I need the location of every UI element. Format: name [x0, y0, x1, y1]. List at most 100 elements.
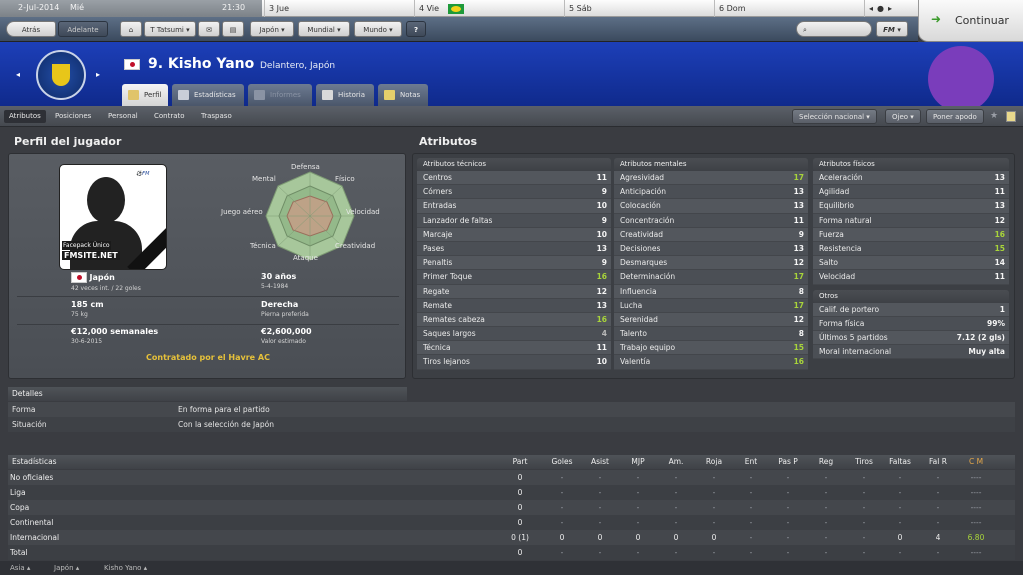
stats-cell: 0 [711, 533, 717, 542]
subnav-traspaso[interactable]: Traspaso [196, 110, 237, 123]
scout-button[interactable]: Ojeo ▾ [885, 109, 921, 124]
attribute-label: Concentración [620, 215, 675, 225]
stats-column-header[interactable]: MJP [618, 455, 658, 469]
stats-column-header[interactable]: Reg [806, 455, 846, 469]
attribute-label: Influencia [620, 286, 657, 296]
forward-button[interactable]: Adelante [58, 21, 108, 37]
stats-column-header[interactable]: Fal R [918, 455, 958, 469]
history-icon [322, 90, 333, 100]
tab-perfil[interactable]: Perfil [122, 84, 168, 106]
stats-column-header[interactable]: Asist [580, 455, 620, 469]
stats-cell: - [560, 518, 564, 527]
tab-informes[interactable]: Informes [248, 84, 312, 106]
fm-label: FM [883, 26, 895, 34]
stats-column-header[interactable]: Tiros [844, 455, 884, 469]
national-selection-button[interactable]: Selección nacional ▾ [792, 109, 877, 124]
stats-row-label: Liga [10, 488, 26, 497]
calendar-day-2[interactable]: 4 Vie [414, 0, 564, 17]
fm-menu[interactable]: FM ▾ [876, 21, 908, 37]
nationality-info: Japón 42 veces int. / 22 goles [71, 272, 141, 292]
prev-arrow-icon[interactable]: ◂ [16, 70, 20, 79]
stats-column-header[interactable]: Roja [694, 455, 734, 469]
manager-menu[interactable]: T Tatsumi ▾ [144, 21, 196, 37]
search-input[interactable]: ⌕ [796, 21, 872, 37]
stats-row-label: Copa [10, 503, 30, 512]
subnav-atributos[interactable]: Atributos [4, 110, 46, 123]
calendar-day-1[interactable]: 3 Jue [264, 0, 414, 17]
attribute-label: Resistencia [819, 243, 862, 253]
manager-name: T Tatsumi [150, 26, 184, 34]
calendar-day-3[interactable]: 5 Sáb [564, 0, 714, 17]
star-icon[interactable]: ★ [990, 111, 998, 121]
next-arrow-icon[interactable]: ▸ [96, 70, 100, 79]
attribute-label: Córners [423, 187, 453, 197]
stats-cell: - [598, 488, 602, 497]
stats-cell: - [749, 548, 753, 557]
tab-notas[interactable]: Notas [378, 84, 428, 106]
subnav-posiciones[interactable]: Posiciones [50, 110, 96, 123]
stats-cell: 0 [673, 533, 679, 542]
foot-info: Derecha Pierna preferida [261, 300, 309, 318]
stats-column-header[interactable]: Part [500, 455, 540, 469]
stats-cell: - [862, 533, 866, 542]
attribute-row: Forma física 99% [813, 316, 1009, 331]
attribute-row: Pases 13 [417, 241, 611, 257]
back-button[interactable]: Atrás [6, 21, 56, 37]
details-header: Detalles [8, 387, 407, 401]
stats-column-header[interactable]: Ent [731, 455, 771, 469]
stats-cell: - [786, 518, 790, 527]
stats-title: Estadísticas [12, 457, 57, 466]
stats-cell: - [786, 548, 790, 557]
stats-cell: - [674, 473, 678, 482]
breadcrumb-japon[interactable]: Japón ▴ [54, 561, 79, 575]
home-icon[interactable]: ⌂ [120, 21, 142, 37]
stats-column-header[interactable]: Am. [656, 455, 696, 469]
stats-cell: 4 [935, 533, 941, 542]
attribute-value: 10 [596, 201, 607, 211]
stats-cell: - [636, 548, 640, 557]
edit-note-icon[interactable] [1006, 111, 1016, 122]
contract-status[interactable]: Contratado por el Havre AC [9, 353, 407, 362]
notes-icon[interactable]: ▤ [222, 21, 244, 37]
stats-row-label: No oficiales [10, 473, 54, 482]
attribute-row: Córners 9 [417, 185, 611, 200]
help-button[interactable]: ? [406, 21, 426, 37]
calendar-nav[interactable]: ◂●▸ [864, 0, 918, 17]
attribute-label: Lucha [620, 300, 643, 310]
radar-label-mental: Mental [252, 175, 276, 183]
subnav-personal[interactable]: Personal [103, 110, 143, 123]
menu-japon[interactable]: Japón ▾ [250, 21, 294, 37]
attribute-row: Creatividad 9 [614, 227, 808, 242]
continue-button[interactable]: ➜ Continuar [918, 0, 1023, 42]
attribute-value: 13 [793, 243, 804, 253]
breadcrumb-player-label: Kisho Yano [104, 564, 142, 572]
attribute-value: 11 [793, 215, 804, 225]
attribute-label: Penaltis [423, 258, 453, 268]
calendar-day-4[interactable]: 6 Dom [714, 0, 864, 17]
tab-estadisticas[interactable]: Estadísticas [172, 84, 244, 106]
tab-historia[interactable]: Historia [316, 84, 374, 106]
stats-cell: 0 [517, 518, 523, 527]
continue-label: Continuar [955, 14, 1009, 27]
inbox-icon[interactable]: ✉ [198, 21, 220, 37]
attribute-value: 1 [999, 304, 1005, 314]
attribute-value: 7.12 (2 gls) [956, 332, 1005, 342]
stats-column-header[interactable]: Pas P [768, 455, 808, 469]
caps: 42 veces int. / 22 goles [71, 285, 141, 292]
national-selection-label: Selección nacional [799, 113, 865, 121]
attribute-label: Colocación [620, 201, 661, 211]
attribute-value: 16 [793, 357, 804, 367]
attribute-value: 12 [793, 258, 804, 268]
nickname-button[interactable]: Poner apodo [926, 109, 984, 124]
menu-mundial[interactable]: Mundial ▾ [298, 21, 350, 37]
menu-mundo[interactable]: Mundo ▾ [354, 21, 402, 37]
stats-column-header[interactable]: C M [956, 455, 996, 469]
breadcrumb-asia[interactable]: Asia ▴ [10, 561, 30, 575]
subnav-contrato[interactable]: Contrato [149, 110, 190, 123]
stats-column-header[interactable]: Goles [542, 455, 582, 469]
attribute-label: Últimos 5 partidos [819, 332, 888, 342]
stats-column-header[interactable]: Faltas [880, 455, 920, 469]
attribute-value: 11 [994, 187, 1005, 197]
stats-cell: 0 [897, 533, 903, 542]
breadcrumb-player[interactable]: Kisho Yano ▴ [104, 561, 147, 575]
